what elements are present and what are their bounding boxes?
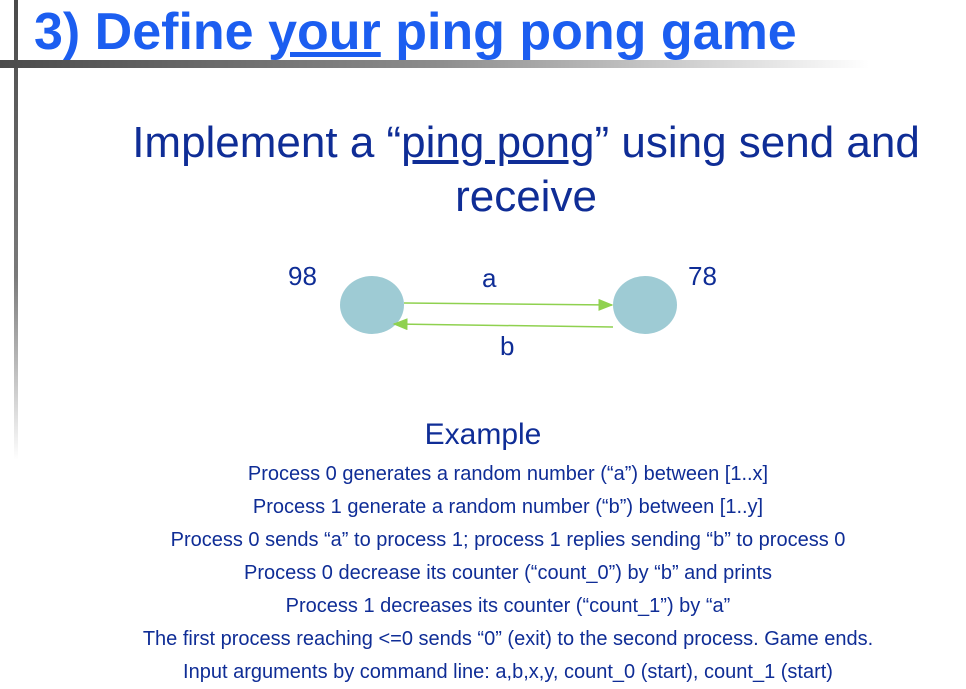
example-step: Process 1 decreases its counter (“count_…: [285, 595, 731, 617]
example-step: The first process reaching <=0 sends “0”…: [142, 628, 874, 650]
left-accent-bar: [14, 0, 18, 460]
title-part-3: ping pong game: [380, 3, 797, 61]
example-heading: Example: [424, 418, 542, 451]
slide-subtitle: Implement a “ping pong” using send and r…: [100, 116, 952, 224]
example-step: Process 1 generate a random number (“b”)…: [252, 496, 764, 518]
slide-title: 3) Define your ping pong game: [34, 2, 797, 62]
subtitle-part-1: Implement a “: [132, 118, 402, 167]
arrow-b: [392, 318, 614, 331]
edge-label-b: b: [500, 331, 515, 361]
process-0-node: [340, 276, 404, 334]
example-step: Input arguments by command line: a,b,x,y…: [183, 661, 833, 683]
subtitle-part-underlined: ping pong: [401, 118, 595, 167]
example-step: Process 0 sends “a” to process 1; proces…: [170, 529, 846, 551]
example-step: Process 0 generates a random number (“a”…: [247, 463, 769, 485]
process-1-node: [613, 276, 677, 334]
arrow-a: [403, 298, 614, 311]
example-steps-list: Process 0 generates a random number (“a”…: [50, 458, 966, 689]
ping-pong-diagram: 98 78 a b: [270, 255, 730, 370]
title-part-1: 3) Define: [34, 3, 269, 61]
edge-label-a: a: [482, 263, 497, 293]
process-1-value: 78: [688, 261, 717, 291]
title-part-underlined: your: [268, 3, 381, 61]
example-step: Process 0 decrease its counter (“count_0…: [243, 562, 773, 584]
process-0-value: 98: [288, 261, 317, 291]
